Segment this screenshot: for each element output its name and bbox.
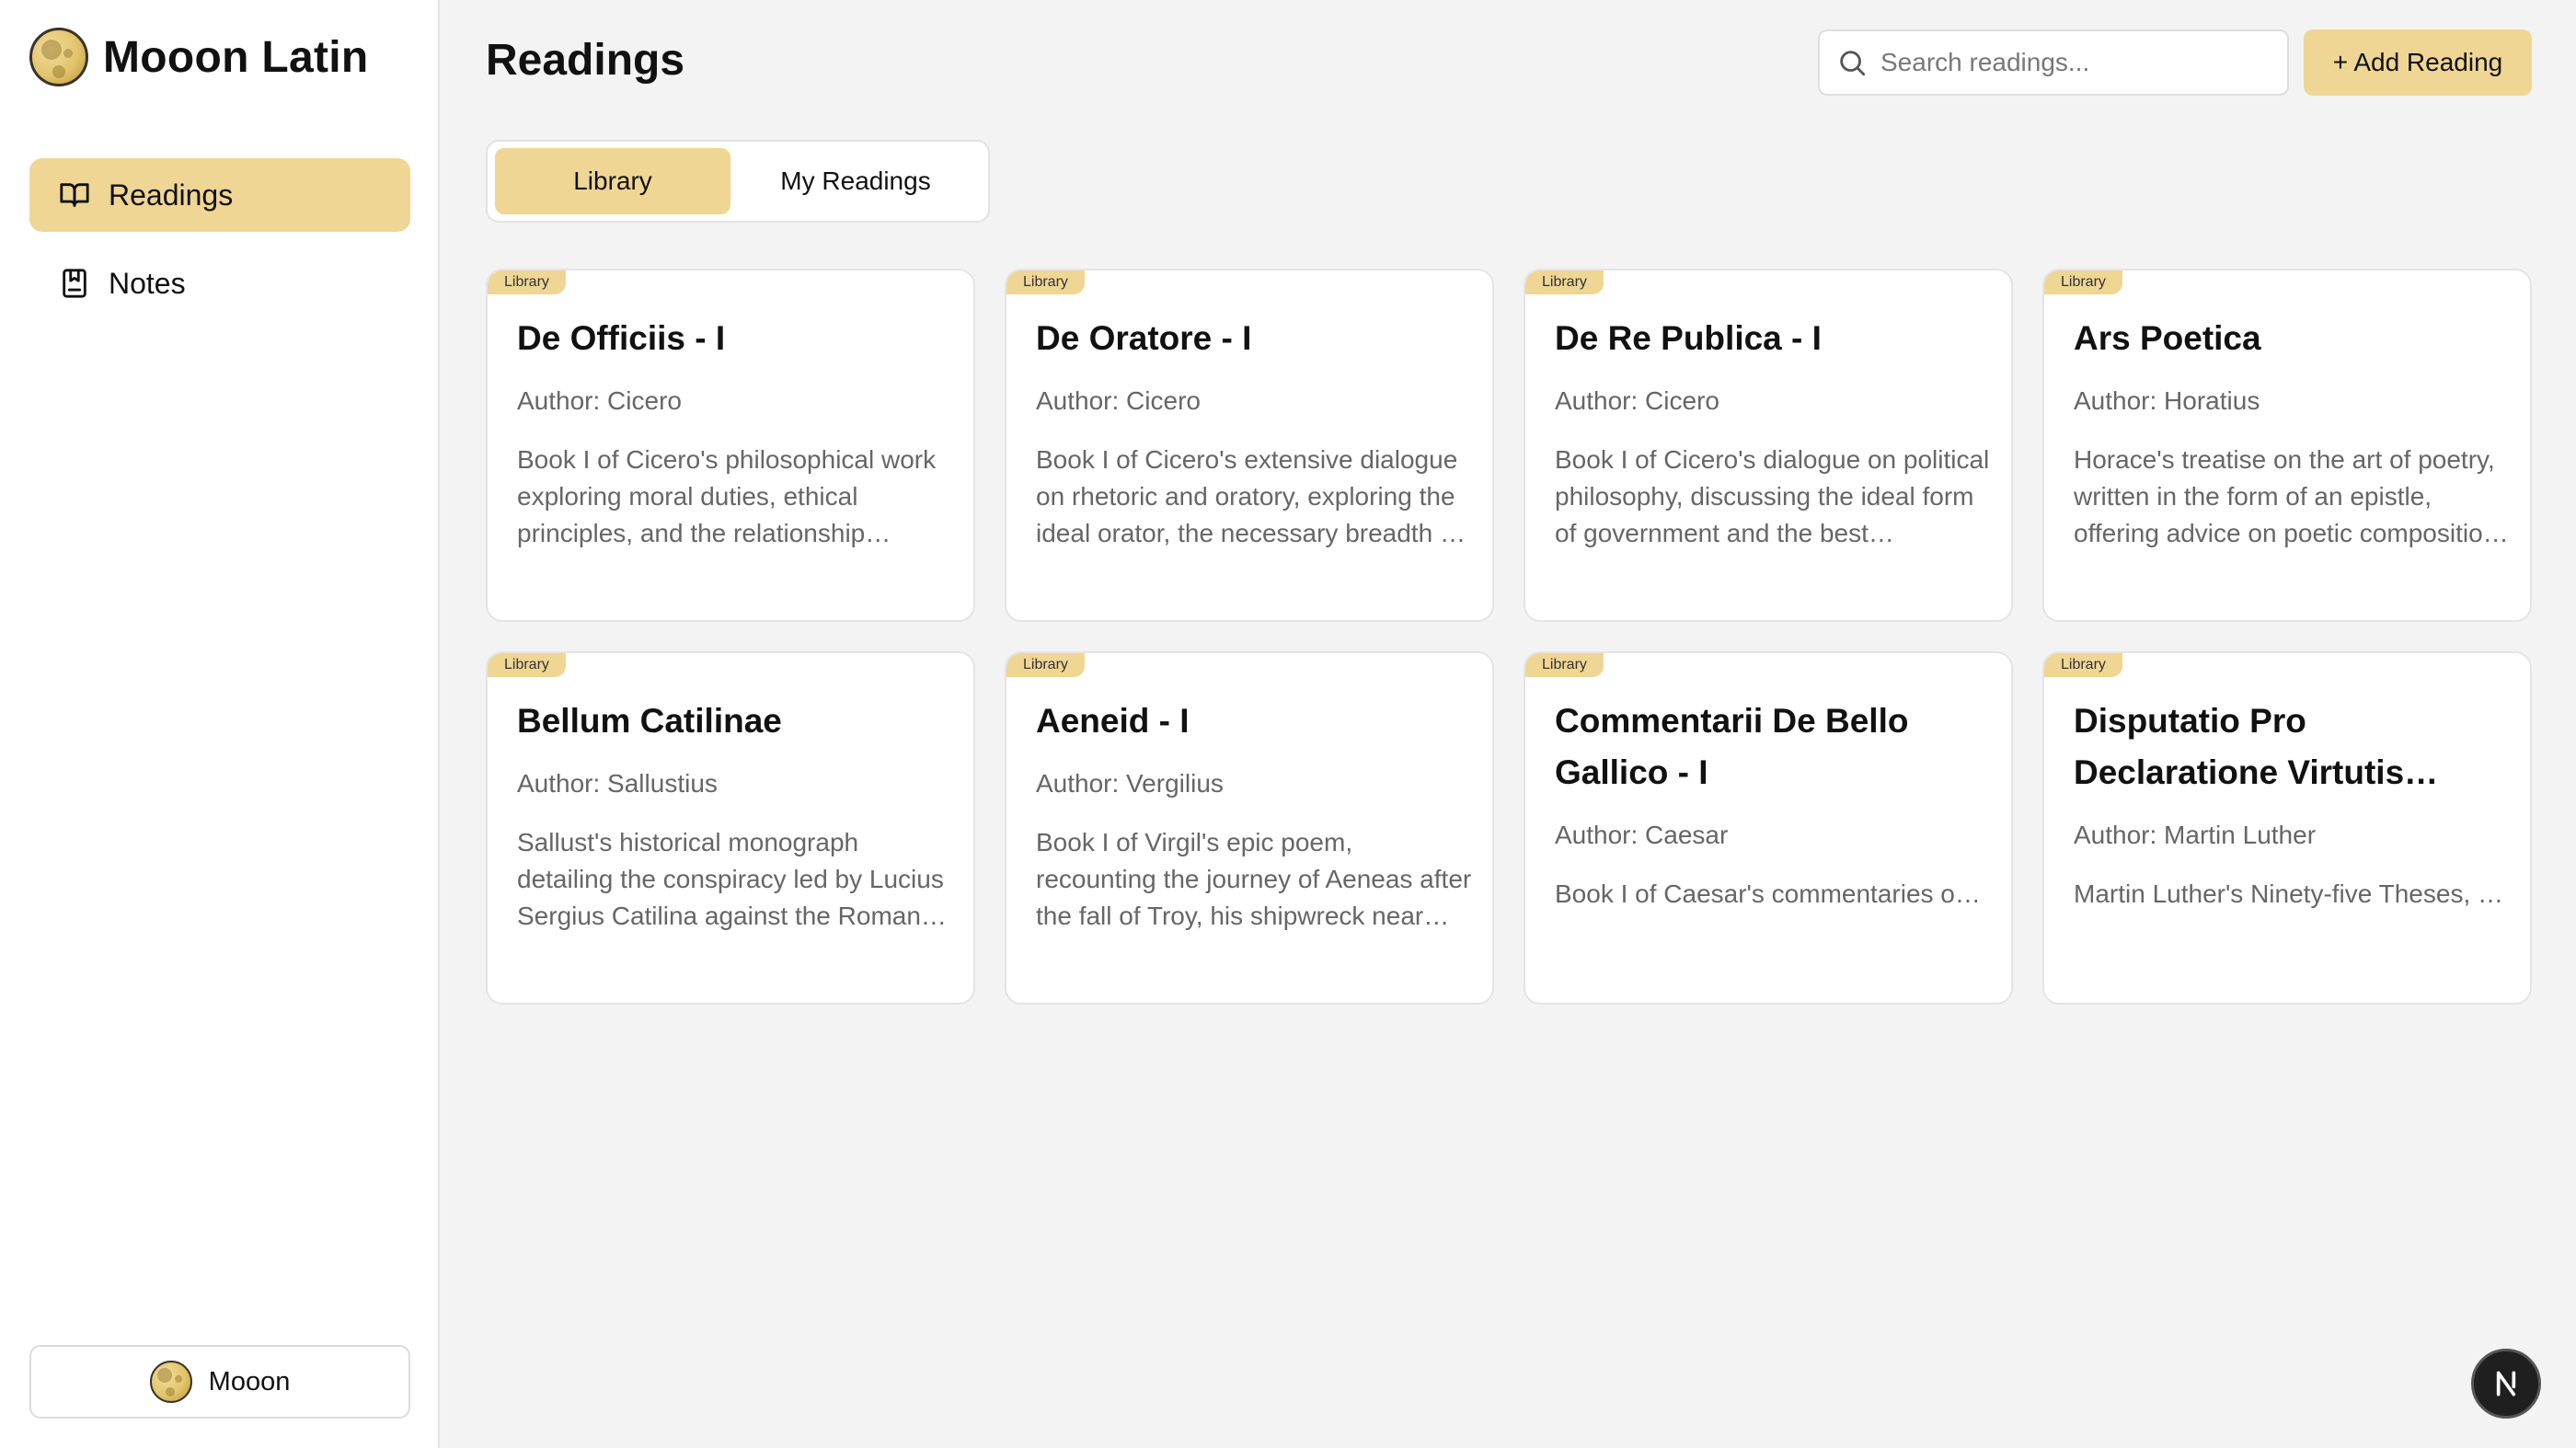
card-title: Commentarii De Bello Gallico - I [1555, 702, 1909, 791]
sidebar-item-label: Notes [109, 266, 186, 300]
card-title: Bellum Catilinae [517, 702, 782, 740]
reading-card[interactable]: Library Commentarii De Bello Gallico - I… [1524, 651, 2013, 1005]
library-badge: Library [1006, 653, 1085, 677]
card-description: Sallust's historical monograph detailing… [517, 828, 944, 930]
card-description: Horace's treatise on the art of poetry, … [2074, 445, 2498, 547]
card-author: Author: Cicero [1036, 386, 1201, 415]
library-badge: Library [2044, 653, 2122, 677]
sidebar: Mooon Latin Readings Notes Mooon [0, 0, 440, 1448]
add-reading-button[interactable]: + Add Reading [2304, 29, 2532, 96]
library-badge: Library [488, 270, 566, 294]
card-author: Author: Martin Luther [2074, 821, 2317, 849]
card-title: Aeneid - I [1036, 702, 1190, 740]
card-title: Disputatio Pro Declaratione Virtutis Ind… [2074, 702, 2405, 791]
library-badge: Library [1525, 270, 1604, 294]
sidebar-nav: Readings Notes [29, 158, 410, 335]
card-author: Author: Sallustius [517, 769, 718, 798]
user-name: Mooon [208, 1366, 291, 1396]
reading-card[interactable]: Library De Re Publica - I Author: Cicero… [1524, 269, 2013, 622]
nextjs-dev-indicator-button[interactable] [2471, 1349, 2541, 1419]
card-description: Book I of Virgil's epic poem, recounting… [1036, 828, 1472, 930]
reading-card[interactable]: Library Ars Poetica Author: Horatius Hor… [2042, 269, 2532, 622]
moon-logo-icon [29, 28, 88, 86]
library-badge: Library [1006, 270, 1085, 294]
user-button[interactable]: Mooon [29, 1345, 410, 1419]
reading-card[interactable]: Library Bellum Catilinae Author: Sallust… [486, 651, 975, 1005]
book-open-icon [59, 179, 90, 211]
tab-bar: Library My Readings [486, 140, 990, 223]
card-author: Author: Horatius [2074, 386, 2260, 415]
card-title: De Oratore - I [1036, 319, 1252, 357]
card-title: De Officiis - I [517, 319, 726, 357]
card-description: Book I of Cicero's extensive dialogue on… [1036, 445, 1462, 547]
card-description: Book I of Cicero's dialogue on political… [1555, 445, 1990, 547]
reading-card[interactable]: Library De Officiis - I Author: Cicero B… [486, 269, 975, 622]
card-author: Author: Caesar [1555, 821, 1729, 849]
card-title: Ars Poetica [2074, 319, 2261, 357]
brand[interactable]: Mooon Latin [29, 28, 369, 86]
library-badge: Library [1525, 653, 1604, 677]
tab-library[interactable]: Library [495, 148, 730, 214]
card-author: Author: Cicero [1555, 386, 1719, 415]
card-author: Author: Vergilius [1036, 769, 1224, 798]
search-icon [1836, 47, 1868, 78]
library-badge: Library [488, 653, 566, 677]
library-badge: Library [2044, 270, 2122, 294]
card-description: Book I of Caesar's commentaries on the G… [1555, 879, 1970, 908]
avatar [149, 1361, 192, 1403]
page-title: Readings [486, 36, 685, 85]
reading-card[interactable]: Library Disputatio Pro Declaratione Virt… [2042, 651, 2532, 1005]
search-box[interactable] [1818, 29, 2289, 96]
sidebar-item-readings[interactable]: Readings [29, 158, 410, 232]
nextjs-logo-icon [2496, 1371, 2516, 1396]
reading-card[interactable]: Library De Oratore - I Author: Cicero Bo… [1005, 269, 1494, 622]
sidebar-item-notes[interactable]: Notes [29, 247, 410, 320]
reading-card[interactable]: Library Aeneid - I Author: Vergilius Boo… [1005, 651, 1494, 1005]
card-title: De Re Publica - I [1555, 319, 1822, 357]
card-description: Book I of Cicero's philosophical work ex… [517, 445, 937, 547]
app-title: Mooon Latin [103, 32, 369, 82]
search-input[interactable] [1880, 48, 2267, 77]
tab-my-readings[interactable]: My Readings [730, 148, 981, 214]
notebook-icon [59, 268, 90, 299]
card-author: Author: Cicero [517, 386, 682, 415]
sidebar-item-label: Readings [109, 178, 234, 212]
card-description: Martin Luther's Ninety-five Theses, a di… [2074, 879, 2492, 908]
